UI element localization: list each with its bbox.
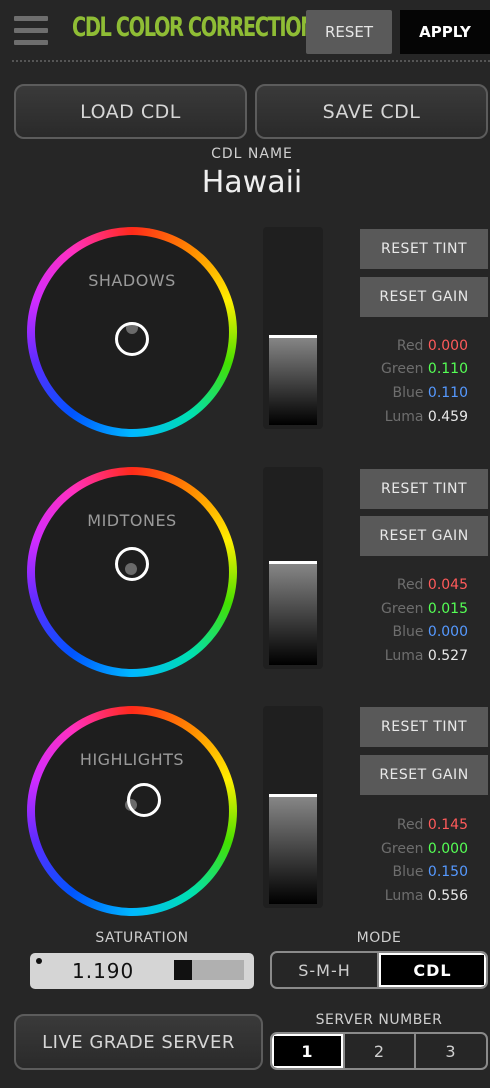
gain-handle[interactable] xyxy=(269,794,317,797)
mode-label: MODE xyxy=(356,930,402,946)
wheel-label: MIDTONES xyxy=(87,511,177,530)
header-divider xyxy=(12,60,490,62)
tint-puck[interactable] xyxy=(115,322,149,356)
highlights-red-readout: Red 0.145 xyxy=(396,817,468,833)
gain-handle[interactable] xyxy=(269,335,317,338)
shadows-reset-gain-button[interactable]: RESET GAIN xyxy=(360,277,488,317)
midtones-color-wheel[interactable]: MIDTONES xyxy=(27,467,237,677)
shadows-color-wheel[interactable]: SHADOWS xyxy=(27,227,237,437)
highlights-blue-readout: Blue 0.150 xyxy=(392,864,468,880)
midtones-red-readout: Red 0.045 xyxy=(396,577,468,593)
highlights-luma-readout: Luma 0.556 xyxy=(384,888,468,904)
midtones-blue-readout: Blue 0.000 xyxy=(392,624,468,640)
shadows-red-readout: Red 0.000 xyxy=(396,338,468,354)
live-grade-server-button[interactable]: LIVE GRADE SERVER xyxy=(14,1014,263,1070)
highlights-reset-tint-button[interactable]: RESET TINT xyxy=(360,707,488,747)
saturation-value[interactable]: 1.190 xyxy=(72,959,134,983)
cdl-name-label: CDL NAME xyxy=(211,146,293,162)
shadows-blue-readout: Blue 0.110 xyxy=(392,385,468,401)
highlights-green-readout: Green 0.000 xyxy=(381,841,468,857)
midtones-reset-gain-button[interactable]: RESET GAIN xyxy=(360,516,488,556)
save-cdl-button[interactable]: SAVE CDL xyxy=(255,84,488,139)
wheel-label: SHADOWS xyxy=(88,271,176,290)
shadows-gain-slider[interactable] xyxy=(263,227,323,429)
midtones-reset-tint-button[interactable]: RESET TINT xyxy=(360,469,488,509)
tint-puck[interactable] xyxy=(115,547,149,581)
highlights-reset-gain-button[interactable]: RESET GAIN xyxy=(360,755,488,795)
app-title: CDL COLOR CORRECTION xyxy=(72,12,317,43)
saturation-dot xyxy=(36,958,42,964)
server-option-3[interactable]: 3 xyxy=(416,1034,486,1068)
header: CDL COLOR CORRECTION RESET APPLY xyxy=(0,0,490,64)
apply-button[interactable]: APPLY xyxy=(400,10,490,54)
cdl-name-value[interactable]: Hawaii xyxy=(0,165,490,200)
mode-option-cdl[interactable]: CDL xyxy=(379,953,486,987)
highlights-color-wheel[interactable]: HIGHLIGHTS xyxy=(27,706,237,916)
mode-selector[interactable]: S-M-H CDL xyxy=(270,951,488,989)
saturation-slider[interactable] xyxy=(174,960,244,980)
server-option-2[interactable]: 2 xyxy=(345,1034,416,1068)
gain-fill xyxy=(269,335,317,425)
server-number-label: SERVER NUMBER xyxy=(315,1012,443,1028)
shadows-reset-tint-button[interactable]: RESET TINT xyxy=(360,229,488,269)
shadows-luma-readout: Luma 0.459 xyxy=(384,409,468,425)
server-option-1[interactable]: 1 xyxy=(272,1034,345,1068)
load-cdl-button[interactable]: LOAD CDL xyxy=(14,84,247,139)
saturation-slider-handle[interactable] xyxy=(174,960,192,980)
midtones-green-readout: Green 0.015 xyxy=(381,601,468,617)
reset-button[interactable]: RESET xyxy=(306,10,392,54)
saturation-control[interactable]: 1.190 xyxy=(30,953,254,989)
gain-fill xyxy=(269,561,317,665)
menu-icon[interactable] xyxy=(14,16,48,46)
gain-fill xyxy=(269,794,317,904)
highlights-gain-slider[interactable] xyxy=(263,706,323,908)
server-number-selector[interactable]: 1 2 3 xyxy=(270,1032,488,1070)
shadows-green-readout: Green 0.110 xyxy=(381,361,468,377)
wheel-label: HIGHLIGHTS xyxy=(79,750,185,769)
saturation-label: SATURATION xyxy=(95,930,189,946)
midtones-gain-slider[interactable] xyxy=(263,467,323,669)
tint-puck[interactable] xyxy=(127,783,161,817)
midtones-luma-readout: Luma 0.527 xyxy=(384,648,468,664)
gain-handle[interactable] xyxy=(269,561,317,564)
mode-option-smh[interactable]: S-M-H xyxy=(272,953,379,987)
